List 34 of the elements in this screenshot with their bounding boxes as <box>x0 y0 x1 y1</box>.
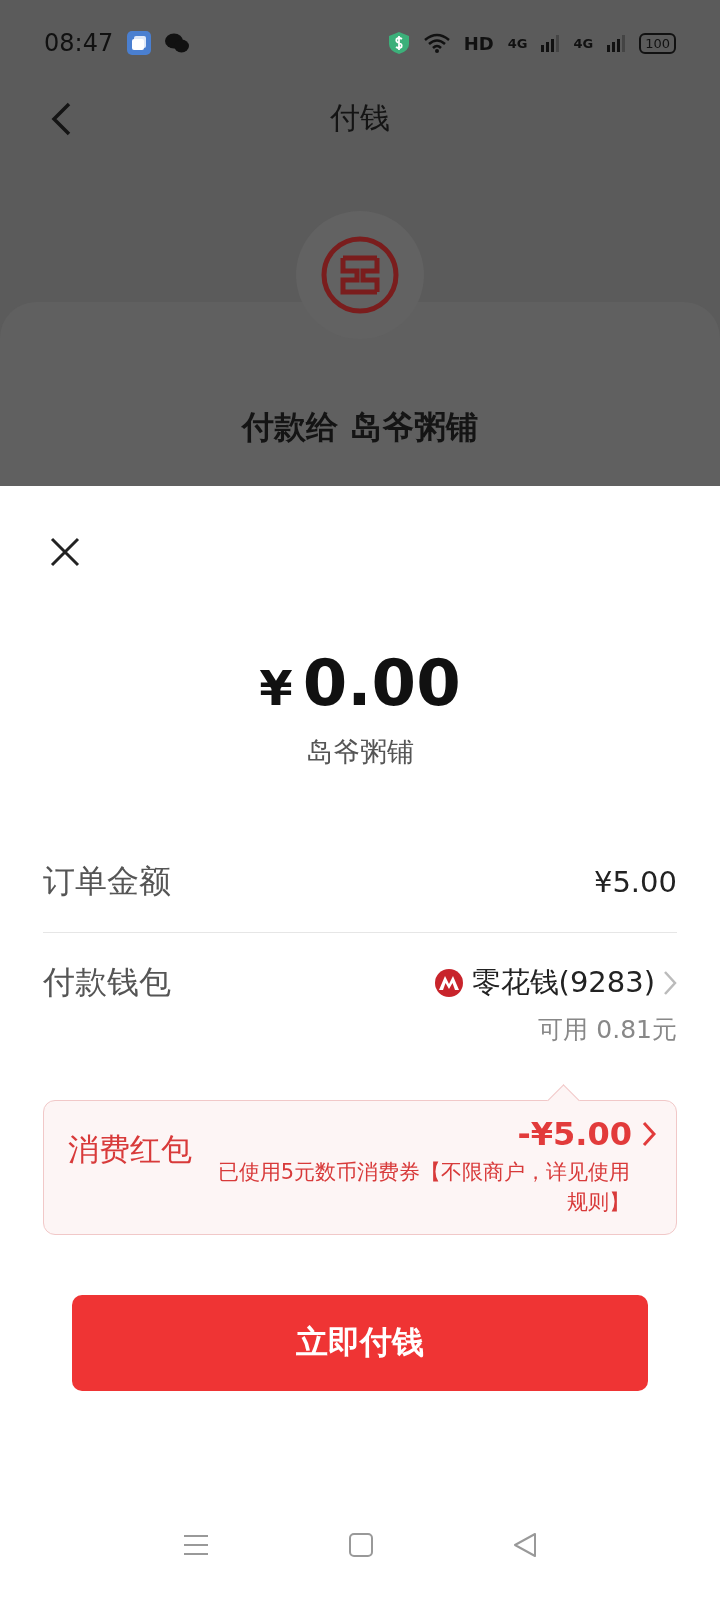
signal-label: 4G <box>507 35 528 51</box>
coupon-label: 消费红包 <box>68 1130 192 1169</box>
signal-icon <box>541 34 560 52</box>
row-value: ¥5.00 <box>593 865 677 899</box>
merchant-name: 岛爷粥铺 <box>306 736 414 767</box>
coupon-card[interactable]: 消费红包 -¥5.00 已使用5元数币消费券【不限商户，详见使用规则】 <box>43 1100 677 1235</box>
wifi-icon <box>423 33 450 53</box>
shield-icon <box>387 31 410 55</box>
status-time: 08:47 <box>44 29 114 57</box>
page-title: 付钱 <box>330 98 390 137</box>
battery-indicator: 100 <box>639 32 676 54</box>
signal-label: 4G <box>573 35 594 51</box>
coupon-description: 已使用5元数币消费券【不限商户，详见使用规则】 <box>216 1159 630 1217</box>
back-icon[interactable] <box>50 102 72 136</box>
chat-icon <box>165 32 190 54</box>
chevron-right-icon <box>642 1121 656 1147</box>
pay-button[interactable]: 立即付钱 <box>72 1294 648 1391</box>
signal-icon <box>607 34 626 52</box>
home-icon[interactable] <box>349 1533 373 1557</box>
chevron-right-icon[interactable] <box>663 970 677 996</box>
back-icon[interactable] <box>513 1532 537 1558</box>
close-icon[interactable] <box>49 536 81 568</box>
payee-name: 付款给 岛爷粥铺 <box>242 407 478 448</box>
wallet-name[interactable]: 零花钱(9283) <box>471 963 655 1003</box>
payment-amount: 0.00 <box>302 646 461 720</box>
row-label: 付款钱包 <box>43 962 171 1003</box>
currency-symbol: ¥ <box>259 660 293 716</box>
app-icon <box>127 31 152 55</box>
bank-logo-icon <box>433 968 464 998</box>
network-label: HD <box>463 32 494 54</box>
menu-icon[interactable] <box>183 1534 209 1556</box>
available-balance: 可用 0.81元 <box>538 1015 677 1044</box>
row-label: 订单金额 <box>43 861 171 902</box>
discount-amount: -¥5.00 <box>517 1115 632 1153</box>
